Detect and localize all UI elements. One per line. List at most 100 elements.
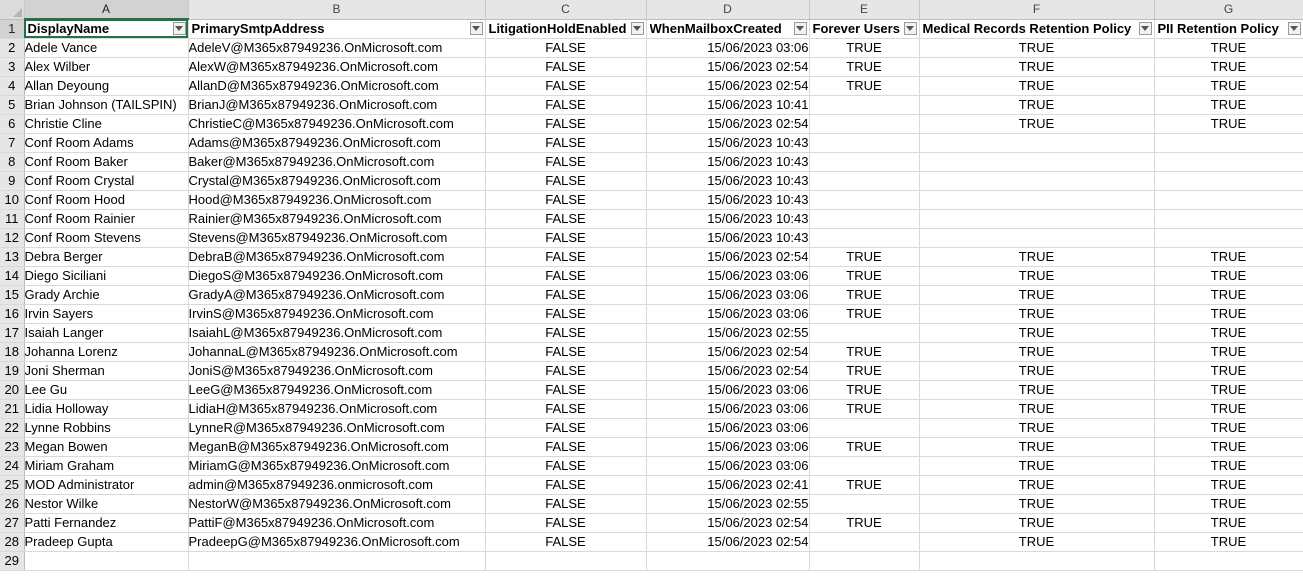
cell-displayname[interactable]: Miriam Graham: [24, 456, 189, 476]
cell-forever-users[interactable]: TRUE: [809, 266, 920, 286]
cell-primarysmtpaddress[interactable]: PradeepG@M365x87949236.OnMicrosoft.com: [188, 532, 486, 552]
cell-whenmailboxcreated[interactable]: 15/06/2023 02:54: [646, 114, 810, 134]
cell-forever-users[interactable]: [809, 114, 920, 134]
cell-forever-users[interactable]: TRUE: [809, 437, 920, 457]
cell-displayname[interactable]: Lynne Robbins: [24, 418, 189, 438]
cell-litigationholdenabled[interactable]: FALSE: [485, 456, 647, 476]
cell-primarysmtpaddress[interactable]: AlexW@M365x87949236.OnMicrosoft.com: [188, 57, 486, 77]
row-number[interactable]: 16: [0, 304, 25, 324]
cell-primarysmtpaddress[interactable]: LidiaH@M365x87949236.OnMicrosoft.com: [188, 399, 486, 419]
cell-forever-users[interactable]: [809, 190, 920, 210]
cell-medical-records-retention-policy[interactable]: TRUE: [919, 266, 1155, 286]
cell-litigationholdenabled[interactable]: FALSE: [485, 475, 647, 495]
cell-displayname[interactable]: [24, 551, 189, 571]
cell-pii-retention-policy[interactable]: [1154, 133, 1303, 153]
cell-medical-records-retention-policy[interactable]: [919, 551, 1155, 571]
cell-primarysmtpaddress[interactable]: MeganB@M365x87949236.OnMicrosoft.com: [188, 437, 486, 457]
cell-whenmailboxcreated[interactable]: 15/06/2023 02:55: [646, 323, 810, 343]
row-number[interactable]: 19: [0, 361, 25, 381]
cell-pii-retention-policy[interactable]: TRUE: [1154, 247, 1303, 267]
cell-pii-retention-policy[interactable]: TRUE: [1154, 399, 1303, 419]
cell-displayname[interactable]: Christie Cline: [24, 114, 189, 134]
cell-forever-users[interactable]: TRUE: [809, 76, 920, 96]
cell-whenmailboxcreated[interactable]: 15/06/2023 02:54: [646, 342, 810, 362]
cell-litigationholdenabled[interactable]: FALSE: [485, 494, 647, 514]
cell-whenmailboxcreated[interactable]: 15/06/2023 03:06: [646, 285, 810, 305]
cell-medical-records-retention-policy[interactable]: TRUE: [919, 114, 1155, 134]
cell-whenmailboxcreated[interactable]: 15/06/2023 02:55: [646, 494, 810, 514]
cell-displayname[interactable]: Adele Vance: [24, 38, 189, 58]
column-header-a[interactable]: A: [24, 0, 189, 20]
cell-primarysmtpaddress[interactable]: AdeleV@M365x87949236.OnMicrosoft.com: [188, 38, 486, 58]
cell-primarysmtpaddress[interactable]: AllanD@M365x87949236.OnMicrosoft.com: [188, 76, 486, 96]
cell-litigationholdenabled[interactable]: FALSE: [485, 38, 647, 58]
cell-whenmailboxcreated[interactable]: 15/06/2023 10:41: [646, 95, 810, 115]
cell-displayname[interactable]: Grady Archie: [24, 285, 189, 305]
row-number[interactable]: 17: [0, 323, 25, 343]
cell-pii-retention-policy[interactable]: TRUE: [1154, 418, 1303, 438]
cell-medical-records-retention-policy[interactable]: TRUE: [919, 38, 1155, 58]
cell-displayname[interactable]: Brian Johnson (TAILSPIN): [24, 95, 189, 115]
cell-displayname[interactable]: Allan Deyoung: [24, 76, 189, 96]
cell-whenmailboxcreated[interactable]: 15/06/2023 02:54: [646, 361, 810, 381]
cell-displayname[interactable]: Lee Gu: [24, 380, 189, 400]
cell-whenmailboxcreated[interactable]: 15/06/2023 02:54: [646, 532, 810, 552]
cell-displayname[interactable]: Conf Room Hood: [24, 190, 189, 210]
header-cell-displayname[interactable]: DisplayName: [24, 19, 189, 39]
cell-displayname[interactable]: Megan Bowen: [24, 437, 189, 457]
row-number[interactable]: 10: [0, 190, 25, 210]
cell-pii-retention-policy[interactable]: TRUE: [1154, 114, 1303, 134]
cell-pii-retention-policy[interactable]: TRUE: [1154, 342, 1303, 362]
cell-medical-records-retention-policy[interactable]: TRUE: [919, 57, 1155, 77]
column-header-b[interactable]: B: [188, 0, 486, 20]
cell-medical-records-retention-policy[interactable]: [919, 171, 1155, 191]
cell-whenmailboxcreated[interactable]: 15/06/2023 10:43: [646, 171, 810, 191]
filter-dropdown-button[interactable]: [1287, 21, 1301, 35]
cell-pii-retention-policy[interactable]: TRUE: [1154, 323, 1303, 343]
cell-pii-retention-policy[interactable]: TRUE: [1154, 38, 1303, 58]
cell-whenmailboxcreated[interactable]: 15/06/2023 10:43: [646, 228, 810, 248]
row-number[interactable]: 27: [0, 513, 25, 533]
cell-primarysmtpaddress[interactable]: Adams@M365x87949236.OnMicrosoft.com: [188, 133, 486, 153]
cell-medical-records-retention-policy[interactable]: [919, 228, 1155, 248]
header-cell-primarysmtpaddress[interactable]: PrimarySmtpAddress: [188, 19, 486, 39]
cell-pii-retention-policy[interactable]: TRUE: [1154, 475, 1303, 495]
cell-pii-retention-policy[interactable]: TRUE: [1154, 266, 1303, 286]
cell-medical-records-retention-policy[interactable]: TRUE: [919, 247, 1155, 267]
cell-whenmailboxcreated[interactable]: 15/06/2023 03:06: [646, 38, 810, 58]
cell-medical-records-retention-policy[interactable]: [919, 190, 1155, 210]
cell-primarysmtpaddress[interactable]: ChristieC@M365x87949236.OnMicrosoft.com: [188, 114, 486, 134]
filter-dropdown-button[interactable]: [172, 22, 186, 35]
header-cell-whenmailboxcreated[interactable]: WhenMailboxCreated: [646, 19, 810, 39]
cell-pii-retention-policy[interactable]: TRUE: [1154, 494, 1303, 514]
cell-forever-users[interactable]: [809, 171, 920, 191]
cell-primarysmtpaddress[interactable]: DiegoS@M365x87949236.OnMicrosoft.com: [188, 266, 486, 286]
cell-pii-retention-policy[interactable]: TRUE: [1154, 285, 1303, 305]
cell-primarysmtpaddress[interactable]: Hood@M365x87949236.OnMicrosoft.com: [188, 190, 486, 210]
cell-litigationholdenabled[interactable]: FALSE: [485, 228, 647, 248]
filter-dropdown-button[interactable]: [903, 21, 917, 35]
cell-forever-users[interactable]: [809, 418, 920, 438]
cell-litigationholdenabled[interactable]: FALSE: [485, 266, 647, 286]
row-number[interactable]: 29: [0, 551, 25, 571]
cell-primarysmtpaddress[interactable]: Stevens@M365x87949236.OnMicrosoft.com: [188, 228, 486, 248]
cell-forever-users[interactable]: TRUE: [809, 380, 920, 400]
cell-whenmailboxcreated[interactable]: 15/06/2023 03:06: [646, 456, 810, 476]
cell-forever-users[interactable]: TRUE: [809, 342, 920, 362]
cell-displayname[interactable]: Lidia Holloway: [24, 399, 189, 419]
cell-litigationholdenabled[interactable]: FALSE: [485, 418, 647, 438]
cell-medical-records-retention-policy[interactable]: TRUE: [919, 95, 1155, 115]
cell-medical-records-retention-policy[interactable]: TRUE: [919, 418, 1155, 438]
row-number[interactable]: 3: [0, 57, 25, 77]
row-number[interactable]: 8: [0, 152, 25, 172]
cell-pii-retention-policy[interactable]: TRUE: [1154, 513, 1303, 533]
cell-forever-users[interactable]: [809, 228, 920, 248]
row-number[interactable]: 9: [0, 171, 25, 191]
cell-whenmailboxcreated[interactable]: 15/06/2023 10:43: [646, 209, 810, 229]
row-number[interactable]: 6: [0, 114, 25, 134]
cell-whenmailboxcreated[interactable]: 15/06/2023 02:54: [646, 76, 810, 96]
cell-pii-retention-policy[interactable]: [1154, 152, 1303, 172]
cell-pii-retention-policy[interactable]: [1154, 171, 1303, 191]
column-header-f[interactable]: F: [919, 0, 1155, 20]
cell-pii-retention-policy[interactable]: [1154, 551, 1303, 571]
